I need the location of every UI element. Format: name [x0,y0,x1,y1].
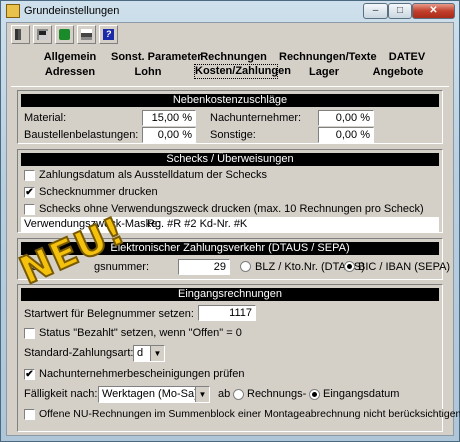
nachunternehmer-field[interactable]: 0,00 % [318,110,374,126]
chevron-down-icon[interactable]: ▼ [150,346,164,361]
status-bezahlt-label: Status "Bezahlt" setzen, wenn "Offen" = … [39,327,242,339]
print-button[interactable] [77,25,96,44]
tab-lager[interactable]: Lager [287,65,361,79]
rechnungsdatum-radio[interactable] [233,389,244,400]
exit-button[interactable] [11,25,30,44]
nu-pruefen-checkbox[interactable]: ✔ [24,369,35,380]
tab-rechnungen-texte[interactable]: Rechnungen/Texte [279,50,377,64]
ohne-verwendungszweck-label: Schecks ohne Verwendungszweck drucken (m… [39,203,424,215]
group-schecks: Schecks / Überweisungen Zahlungsdatum al… [17,149,443,233]
sepa-radio[interactable] [344,261,355,272]
tab-angebote[interactable]: Angebote [361,65,435,79]
material-field[interactable]: 15,00 % [142,110,196,126]
startwert-field[interactable]: 1117 [198,305,256,321]
tab-lohn[interactable]: Lohn [111,65,185,79]
mask-input[interactable]: Rg. #R #2 Kd-Nr. #K [147,218,247,230]
print-icon [81,29,92,40]
tab-divider [11,86,449,87]
tab-strip: Allgemein Sonst. Parameter Rechnungen Re… [11,50,449,90]
help-icon: ? [103,29,114,40]
faelligkeit-select[interactable]: Werktagen (Mo-Sa) ▼ [98,386,210,403]
baustellen-field[interactable]: 0,00 % [142,127,196,143]
standard-zahlungsart-value: d [137,347,144,359]
close-button[interactable]: ✕ [412,3,455,19]
eingangsdatum-label: Eingangsdatum [323,388,400,400]
tab-datev[interactable]: DATEV [377,50,437,64]
app-icon [6,4,20,18]
faelligkeit-value: Werktagen (Mo-Sa) [102,388,198,400]
group-header: Eingangsrechnungen [21,288,439,301]
sonstige-field[interactable]: 0,00 % [318,127,374,143]
group-eingang: Eingangsrechnungen Startwert für Belegnu… [17,284,460,432]
zahlungsdatum-label: Zahlungsdatum als Ausstelldatum der Sche… [39,169,268,181]
refresh-button[interactable] [55,25,74,44]
offene-nu-label: Offene NU-Rechnungen im Summenblock eine… [39,408,460,420]
nachunternehmer-label: Nachunternehmer: [210,112,302,124]
group-header: Nebenkostenzuschläge [21,94,439,107]
rechnungsdatum-label: Rechnungs- [247,388,307,400]
offene-nu-checkbox[interactable] [24,409,35,420]
tab-allgemein[interactable]: Allgemein [33,50,107,64]
ab-label: ab [218,388,231,400]
standard-zahlungsart-label: Standard-Zahlungsart: [24,347,134,359]
material-label: Material: [24,112,67,124]
faelligkeit-label: Fälligkeit nach: [24,388,98,400]
startwert-label: Startwert für Belegnummer setzen: [24,308,194,320]
help-button[interactable]: ? [99,25,118,44]
ohne-verwendungszweck-checkbox[interactable] [24,204,35,215]
zahlungsdatum-checkbox[interactable] [24,170,35,181]
window-title: Grundeinstellungen [24,5,120,17]
tab-kosten-zahlungen[interactable]: Kosten/Zahlungen [194,64,291,79]
status-bezahlt-checkbox[interactable] [24,328,35,339]
standard-zahlungsart-select[interactable]: d ▼ [133,345,165,362]
schecknummer-checkbox[interactable]: ✔ [24,187,35,198]
group-header: Schecks / Überweisungen [21,153,439,166]
baustellen-label: Baustellenbelastungen: [24,129,139,141]
dtaus-radio[interactable] [240,261,251,272]
save-button[interactable] [33,25,52,44]
maximize-button[interactable]: □ [388,3,412,19]
title-bar[interactable]: Grundeinstellungen – □ ✕ [1,1,459,22]
tab-rechnungen[interactable]: Rechnungen [196,50,271,64]
chevron-down-icon[interactable]: ▼ [195,387,209,402]
sepa-label: BIC / IBAN (SEPA) [358,261,451,273]
exit-icon [15,29,26,40]
naechste-nummer-field[interactable]: 29 [178,259,230,275]
window: Grundeinstellungen – □ ✕ ? Allgemein Son… [0,0,460,442]
tab-adressen[interactable]: Adressen [33,65,107,79]
refresh-icon [59,29,70,40]
naechste-nummer-label-end: gsnummer: [94,261,150,273]
minimize-button[interactable]: – [363,3,388,19]
sonstige-label: Sonstige: [210,129,256,141]
nu-pruefen-label: Nachunternehmerbescheinigungen prüfen [39,368,245,380]
save-icon [37,29,48,40]
group-nebenkosten: Nebenkostenzuschläge Material: 15,00 % N… [17,90,443,144]
schecknummer-label: Schecknummer drucken [39,186,158,198]
tab-sonst-parameter[interactable]: Sonst. Parameter [111,50,201,64]
eingangsdatum-radio[interactable] [309,389,320,400]
